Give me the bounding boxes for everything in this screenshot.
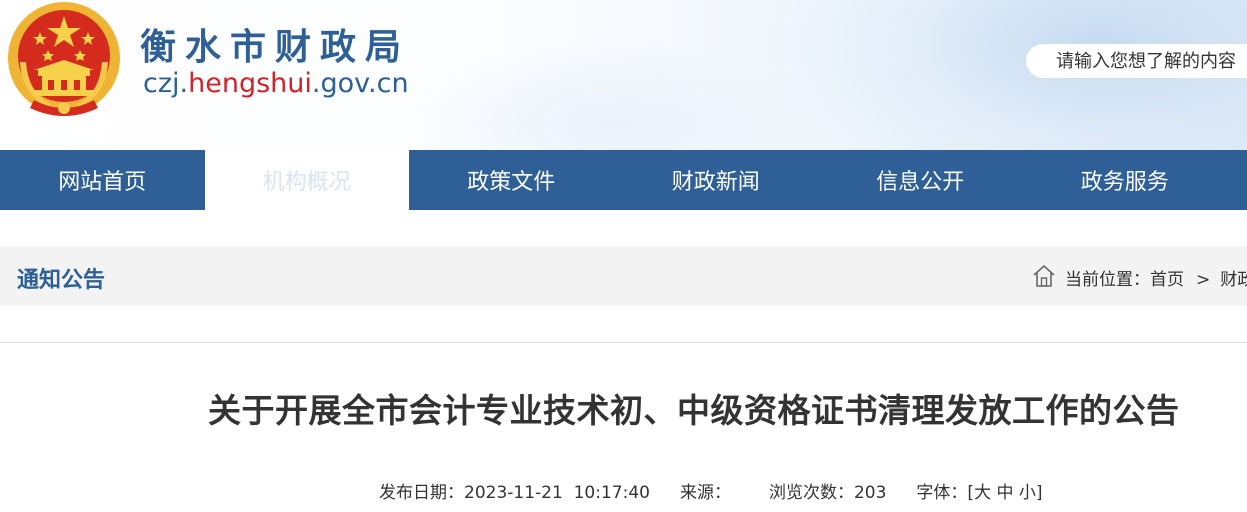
- publish-date-value: 2023-11-21 10:17:40: [464, 483, 650, 503]
- font-size-small-button[interactable]: 小: [1019, 483, 1036, 503]
- search-box: [1026, 44, 1247, 78]
- breadcrumb-bar: 通知公告 当前位置：首页 > 财政: [0, 246, 1247, 306]
- view-count-label: 浏览次数：: [768, 483, 854, 503]
- article-title: 关于开展全市会计专业技术初、中级资格证书清理发放工作的公告: [208, 391, 1180, 430]
- national-emblem-icon[interactable]: [4, 0, 124, 120]
- nav-item-information-disclosure[interactable]: 信息公开: [818, 150, 1023, 210]
- publish-date-label: 发布日期：: [379, 483, 464, 503]
- view-count-value: 203: [853, 483, 887, 503]
- content-divider: [0, 342, 1247, 343]
- section-title: 通知公告: [17, 268, 106, 293]
- article-meta: 发布日期：2023-11-21 10:17:40 来源： 浏览次数：203 字体：[大…: [379, 478, 1043, 503]
- nav-item-organization[interactable]: 机构概况: [204, 150, 409, 210]
- domain-highlight: hengshui: [188, 68, 312, 99]
- main-nav: 网站首页 机构概况 政策文件 财政新闻 信息公开 政务服务: [0, 150, 1247, 210]
- breadcrumb-home-link[interactable]: 首页: [1150, 265, 1184, 290]
- search-input[interactable]: [1056, 49, 1247, 73]
- site-domain: czj.hengshui.gov.cn: [143, 68, 409, 99]
- breadcrumb-current-link[interactable]: 财政: [1220, 265, 1247, 290]
- domain-prefix: czj.: [143, 68, 189, 99]
- font-size-control: [大 中 小]: [967, 478, 1042, 503]
- domain-suffix: .gov.cn: [311, 68, 409, 99]
- home-icon: [1033, 265, 1055, 287]
- nav-item-finance-news[interactable]: 财政新闻: [614, 150, 819, 210]
- font-size-label: 字体：: [916, 483, 968, 503]
- header-background-wash-secondary: [400, 40, 820, 150]
- breadcrumb: 当前位置：首页 > 财政: [1065, 265, 1247, 290]
- site-name: 衡水市财政局: [140, 27, 411, 68]
- nav-item-policy-documents[interactable]: 政策文件: [409, 150, 614, 210]
- nav-item-home[interactable]: 网站首页: [0, 150, 205, 210]
- breadcrumb-separator: >: [1196, 270, 1211, 290]
- site-header: 衡水市财政局 czj.hengshui.gov.cn: [0, 0, 1247, 150]
- nav-item-government-services[interactable]: 政务服务: [1023, 150, 1228, 210]
- font-size-medium-button[interactable]: 中: [996, 483, 1013, 503]
- breadcrumb-prefix: 当前位置：: [1065, 270, 1150, 290]
- font-bracket-close: ]: [1035, 483, 1043, 503]
- source-label: 来源：: [679, 483, 731, 503]
- font-size-large-button[interactable]: 大: [974, 483, 991, 503]
